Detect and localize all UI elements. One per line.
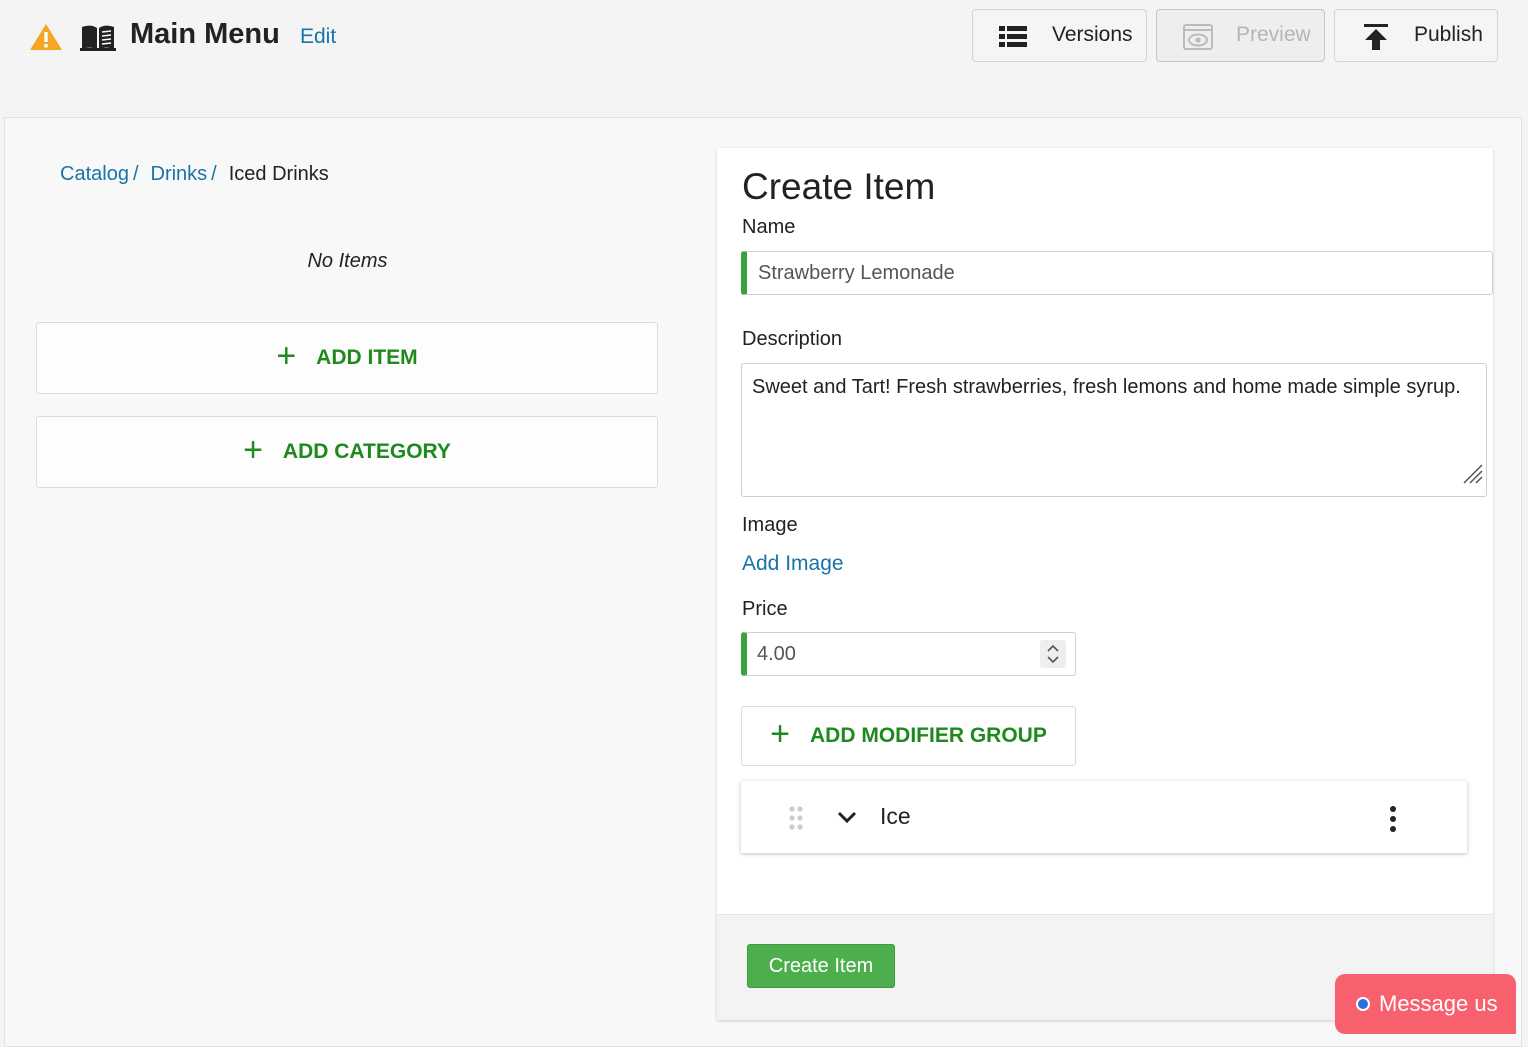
add-item-label: ADD ITEM bbox=[316, 346, 418, 369]
breadcrumb-catalog[interactable]: Catalog bbox=[60, 163, 129, 185]
status-dot-icon bbox=[1356, 997, 1370, 1011]
breadcrumb-separator: / bbox=[211, 163, 217, 185]
publish-label: Publish bbox=[1414, 23, 1483, 46]
warning-icon[interactable] bbox=[29, 23, 63, 56]
versions-button[interactable]: Versions bbox=[972, 9, 1147, 62]
name-input[interactable]: Strawberry Lemonade bbox=[741, 251, 1493, 295]
book-icon bbox=[80, 24, 116, 57]
plus-icon: + bbox=[243, 431, 263, 469]
breadcrumb: Catalog / Drinks / Iced Drinks bbox=[60, 163, 329, 186]
description-label: Description bbox=[742, 328, 843, 350]
chevron-down-icon[interactable] bbox=[836, 809, 858, 830]
create-item-button[interactable]: Create Item bbox=[747, 944, 895, 988]
preview-button[interactable]: Preview bbox=[1156, 9, 1325, 62]
plus-icon: + bbox=[276, 337, 297, 375]
list-icon bbox=[999, 23, 1029, 55]
form-title: Create Item bbox=[742, 166, 936, 207]
page-title: Main Menu bbox=[130, 18, 280, 50]
price-input[interactable]: 4.00 bbox=[741, 632, 1076, 676]
add-category-button[interactable]: + ADD CATEGORY bbox=[36, 416, 658, 488]
breadcrumb-current: Iced Drinks bbox=[228, 163, 329, 185]
modifier-group-name: Ice bbox=[880, 803, 911, 829]
add-item-button[interactable]: + ADD ITEM bbox=[36, 322, 658, 394]
message-us-label: Message us bbox=[1379, 991, 1498, 1016]
message-us-button[interactable]: Message us bbox=[1335, 974, 1516, 1034]
image-label: Image bbox=[742, 514, 798, 536]
description-textarea[interactable]: Sweet and Tart! Fresh strawberries, fres… bbox=[741, 363, 1487, 497]
empty-state-text: No Items bbox=[307, 250, 388, 272]
add-image-link[interactable]: Add Image bbox=[742, 552, 844, 576]
eye-icon bbox=[1183, 23, 1213, 57]
drag-handle-icon[interactable] bbox=[788, 805, 804, 836]
breadcrumb-separator: / bbox=[132, 163, 139, 185]
top-header: Main Menu Edit Versions Preview Publish bbox=[0, 0, 1528, 90]
add-modifier-group-button[interactable]: + ADD MODIFIER GROUP bbox=[741, 706, 1076, 766]
create-item-form: Create Item Name Strawberry Lemonade Des… bbox=[717, 148, 1493, 1020]
plus-icon: + bbox=[770, 715, 790, 753]
price-stepper[interactable] bbox=[1040, 640, 1066, 668]
publish-button[interactable]: Publish bbox=[1334, 9, 1498, 62]
name-label: Name bbox=[742, 216, 796, 238]
resize-grip-icon[interactable] bbox=[1460, 461, 1484, 494]
modifier-group-row[interactable]: Ice bbox=[741, 781, 1467, 853]
preview-label: Preview bbox=[1236, 23, 1311, 46]
upload-icon bbox=[1363, 23, 1389, 57]
description-text: Sweet and Tart! Fresh strawberries, fres… bbox=[752, 376, 1461, 398]
versions-label: Versions bbox=[1052, 23, 1133, 46]
main-panel: Catalog / Drinks / Iced Drinks No Items + AD… bbox=[4, 117, 1522, 1047]
more-vertical-icon[interactable] bbox=[1388, 805, 1398, 838]
breadcrumb-drinks[interactable]: Drinks bbox=[151, 163, 208, 185]
add-category-label: ADD CATEGORY bbox=[282, 440, 451, 463]
add-modifier-group-label: ADD MODIFIER GROUP bbox=[810, 724, 1047, 747]
price-value: 4.00 bbox=[757, 643, 796, 665]
price-label: Price bbox=[742, 598, 788, 620]
edit-title-link[interactable]: Edit bbox=[300, 25, 336, 49]
